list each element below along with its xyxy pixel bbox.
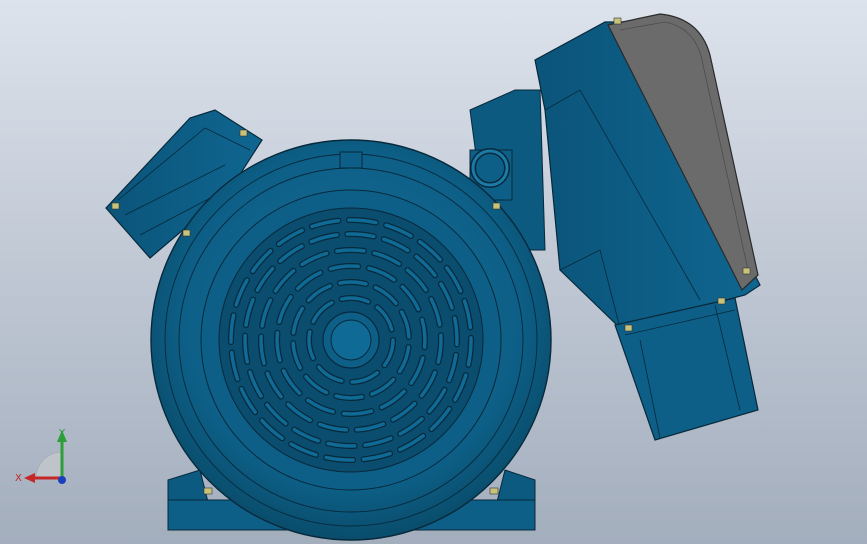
graphics-viewport[interactable]: Y X [0,0,867,544]
z-axis-dot [58,476,66,484]
x-axis-label: X [15,473,22,484]
axis-triad: Y X [15,428,67,484]
y-axis-label: Y [58,428,66,439]
